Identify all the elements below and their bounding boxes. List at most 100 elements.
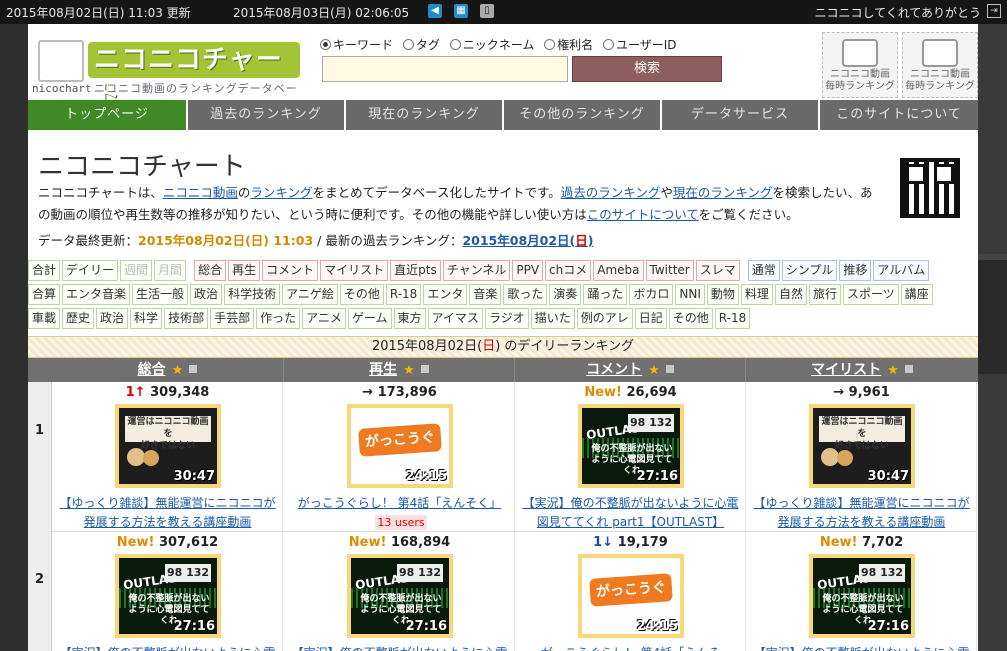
link-ranking[interactable]: ランキング <box>250 185 312 200</box>
hourly-ranking-link-b[interactable]: ニコニコ動画 毎時ランキング <box>902 32 978 98</box>
calendar-icon[interactable]: ▦ <box>454 4 468 18</box>
tag-item[interactable]: 車載 <box>28 308 61 329</box>
tag-item[interactable]: Ameba <box>593 260 644 281</box>
tag-item[interactable]: 合計 <box>28 260 61 281</box>
tag-item[interactable]: 再生 <box>228 260 261 281</box>
video-title-link[interactable]: がっこうぐらし！ 第4話「えんそく」 <box>298 496 501 510</box>
tag-item[interactable]: PPV <box>512 260 544 281</box>
column-header-total[interactable]: 総合 ★ <box>52 358 284 382</box>
tag-item[interactable]: コメント <box>262 260 319 281</box>
tag-item[interactable]: チャンネル <box>442 260 511 281</box>
tag-item[interactable]: 日記 <box>634 308 667 329</box>
radio-nickname[interactable]: ニックネーム <box>449 36 534 53</box>
tag-item[interactable]: ラジオ <box>484 308 529 329</box>
tag-item[interactable]: 通常 <box>747 260 780 281</box>
tag-item[interactable]: 料理 <box>740 284 773 305</box>
search-input[interactable] <box>322 56 568 82</box>
tag-item[interactable]: スレマ <box>695 260 740 281</box>
video-thumbnail[interactable]: OUTLAST 98 132 俺の不整脈が出ないように心電図見ててくれ 27:16 <box>351 558 449 634</box>
nav-data-service[interactable]: データサービス <box>662 100 820 130</box>
tag-item[interactable]: NNI <box>675 284 705 305</box>
video-title-link[interactable]: 【実況】俺の不整脈が出ないように心電 <box>754 646 970 651</box>
video-thumbnail[interactable]: OUTLAST 98 132 俺の不整脈が出ないように心電図見ててくれ 27:16 <box>813 558 911 634</box>
video-thumbnail[interactable]: OUTLAST 98 132 俺の不整脈が出ないように心電図見ててくれ 27:16 <box>582 408 680 484</box>
column-header-mylist[interactable]: マイリスト ★ <box>746 358 978 382</box>
tag-item[interactable]: 動物 <box>706 284 739 305</box>
tag-item[interactable]: 政治 <box>190 284 223 305</box>
tag-item[interactable]: R-18 <box>714 308 751 329</box>
radio-keyword[interactable]: キーワード <box>320 36 393 53</box>
link-about[interactable]: このサイトについて <box>587 207 699 222</box>
tag-item[interactable]: その他 <box>339 284 384 305</box>
column-header-comments[interactable]: コメント ★ <box>515 358 746 382</box>
tag-item[interactable]: アイマス <box>427 308 483 329</box>
tag-item[interactable]: 推移 <box>839 260 872 281</box>
tag-item[interactable]: シンプル <box>781 260 838 281</box>
tag-item[interactable]: 作った <box>256 308 301 329</box>
tag-item[interactable]: デイリー <box>62 260 119 281</box>
nav-other-ranking[interactable]: その他のランキング <box>504 100 662 130</box>
video-title-link[interactable]: 【実況】俺の不整脈が出ないように心電 <box>292 646 508 651</box>
tag-item[interactable]: R-18 <box>385 284 422 305</box>
tag-item[interactable]: 旅行 <box>808 284 841 305</box>
tag-item[interactable]: 例のアレ <box>576 308 633 329</box>
tag-item[interactable]: 総合 <box>194 260 227 281</box>
tag-item[interactable]: 週間 <box>120 260 153 281</box>
nav-past-ranking[interactable]: 過去のランキング <box>188 100 346 130</box>
column-header-views[interactable]: 再生 ★ <box>284 358 515 382</box>
tag-item[interactable]: 合算 <box>28 284 61 305</box>
mobile-icon[interactable]: ▯ <box>480 4 494 18</box>
link-current-ranking[interactable]: 現在のランキング <box>673 185 773 200</box>
video-title-link[interactable]: 【実況】俺の不整脈が出ないように心電 <box>60 646 276 651</box>
tag-item[interactable]: ゲーム <box>347 308 392 329</box>
nav-top-page[interactable]: トップページ <box>28 100 188 130</box>
tag-item[interactable]: マイリスト <box>320 260 389 281</box>
hourly-ranking-link-a[interactable]: ニコニコ動画 毎時ランキング <box>822 32 898 98</box>
tag-item[interactable]: エンタ <box>423 284 468 305</box>
tag-item[interactable]: 踊った <box>583 284 628 305</box>
latest-ranking-link[interactable]: 2015年08月02日(日) <box>462 233 593 248</box>
tag-item[interactable]: Twitter <box>645 260 694 281</box>
nav-current-ranking[interactable]: 現在のランキング <box>346 100 504 130</box>
video-thumbnail[interactable]: OUTLAST 98 132 俺の不整脈が出ないように心電図見ててくれ 27:16 <box>119 558 217 634</box>
site-logo[interactable]: nicochart ニコニコチャート ニコニコ動画のランキングデータベース <box>32 36 300 111</box>
tag-item[interactable]: 演奏 <box>549 284 582 305</box>
video-title-link[interactable]: 【ゆっくり雑談】無能運営にニコニコが発展する方法を教える講座動画 <box>753 496 969 529</box>
tag-item[interactable]: その他 <box>668 308 713 329</box>
link-niconico[interactable]: ニコニコ動画 <box>163 185 238 200</box>
tag-item[interactable]: 技術部 <box>164 308 209 329</box>
tag-item[interactable]: 自然 <box>774 284 807 305</box>
tag-item[interactable]: 音楽 <box>469 284 502 305</box>
video-thumbnail[interactable]: 運営はニコニコ動画を 好きではない 30:47 <box>119 408 217 484</box>
nav-about[interactable]: このサイトについて <box>820 100 978 130</box>
tag-item[interactable]: 歴史 <box>62 308 95 329</box>
tag-item[interactable]: 歌った <box>503 284 548 305</box>
tag-item[interactable]: chコメ <box>545 260 592 281</box>
tag-item[interactable]: 科学技術 <box>224 284 281 305</box>
radio-rights[interactable]: 権利名 <box>544 36 593 53</box>
link-past-ranking[interactable]: 過去のランキング <box>561 185 661 200</box>
tag-item[interactable]: 描いた <box>530 308 575 329</box>
tag-item[interactable]: エンタ音楽 <box>62 284 131 305</box>
tag-item[interactable]: 政治 <box>96 308 129 329</box>
tag-item[interactable]: アニゲ絵 <box>282 284 338 305</box>
radio-userid[interactable]: ユーザーID <box>603 36 677 53</box>
tag-item[interactable]: 科学 <box>130 308 163 329</box>
tag-item[interactable]: 月間 <box>154 260 187 281</box>
tag-item[interactable]: アルバム <box>873 260 930 281</box>
search-button[interactable]: 検索 <box>572 56 722 82</box>
video-title-link[interactable]: がっこうぐらし！ 第4話「えんそ <box>541 646 720 651</box>
tag-item[interactable]: アニメ <box>302 308 346 329</box>
tag-item[interactable]: 東方 <box>393 308 426 329</box>
users-badge[interactable]: 13 users <box>375 515 427 530</box>
speaker-icon[interactable]: ◀ <box>428 4 442 18</box>
tag-item[interactable]: ボカロ <box>629 284 674 305</box>
video-title-link[interactable]: 【実況】俺の不整脈が出ないように心電図見ててくれ part1【OUTLAST】 <box>523 496 739 529</box>
video-thumbnail[interactable]: 運営はニコニコ動画を 好きではない 30:47 <box>813 408 911 484</box>
tag-item[interactable]: スポーツ <box>842 284 899 305</box>
video-thumbnail[interactable]: がっこうぐらし! 24:15 <box>351 408 449 484</box>
video-thumbnail[interactable]: がっこうぐらし! 24:15 <box>582 558 680 634</box>
tag-item[interactable]: 生活一般 <box>132 284 189 305</box>
tag-item[interactable]: 手芸部 <box>210 308 255 329</box>
tag-item[interactable]: 直近pts <box>390 260 441 281</box>
